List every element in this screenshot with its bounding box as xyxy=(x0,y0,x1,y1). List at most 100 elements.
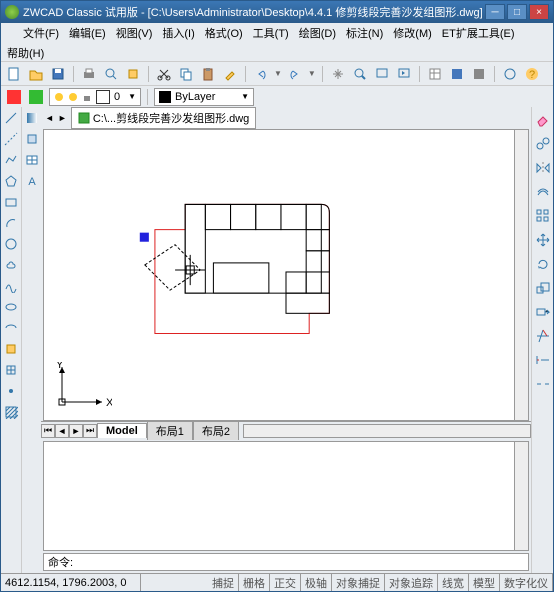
zoom-button[interactable] xyxy=(351,65,369,83)
tab-next-icon[interactable]: ► xyxy=(58,113,67,123)
trim-tool[interactable] xyxy=(534,327,552,345)
mtext-tool[interactable]: A xyxy=(23,172,41,190)
pline-tool[interactable] xyxy=(2,151,20,169)
tab-next-button[interactable]: ► xyxy=(69,424,83,438)
menu-format[interactable]: 格式(O) xyxy=(201,23,247,43)
command-history[interactable] xyxy=(43,441,529,551)
layer-color-icon[interactable] xyxy=(5,88,23,106)
array-tool[interactable] xyxy=(534,207,552,225)
insert-block-tool[interactable] xyxy=(2,340,20,358)
polygon-tool[interactable] xyxy=(2,172,20,190)
menu-modify[interactable]: 修改(M) xyxy=(389,23,436,43)
menu-edit[interactable]: 编辑(E) xyxy=(65,23,110,43)
publish-button[interactable] xyxy=(124,65,142,83)
color-dropdown[interactable]: ByLayer ▼ xyxy=(154,88,254,106)
tab-layout2[interactable]: 布局2 xyxy=(193,421,239,440)
rotate-tool[interactable] xyxy=(534,255,552,273)
mirror-tool[interactable] xyxy=(534,159,552,177)
make-block-tool[interactable] xyxy=(2,361,20,379)
tool-palette-button[interactable] xyxy=(470,65,488,83)
xline-tool[interactable] xyxy=(2,130,20,148)
scale-tool[interactable] xyxy=(534,279,552,297)
cmd-scrollbar[interactable] xyxy=(514,442,528,550)
dropdown-icon[interactable]: ▼ xyxy=(274,69,282,78)
print-button[interactable] xyxy=(80,65,98,83)
ellipse-arc-tool[interactable] xyxy=(2,319,20,337)
close-button[interactable]: × xyxy=(529,4,549,20)
ucs-icon: X Y xyxy=(52,362,112,412)
ellipse-tool[interactable] xyxy=(2,298,20,316)
open-button[interactable] xyxy=(27,65,45,83)
revcloud-tool[interactable] xyxy=(2,256,20,274)
digitizer-toggle[interactable]: 数字化仪 xyxy=(500,574,553,591)
zoom-window-button[interactable] xyxy=(373,65,391,83)
menu-view[interactable]: 视图(V) xyxy=(112,23,157,43)
preview-button[interactable] xyxy=(102,65,120,83)
point-tool[interactable] xyxy=(2,382,20,400)
arc-tool[interactable] xyxy=(2,214,20,232)
circle-tool[interactable] xyxy=(2,235,20,253)
layer-dropdown[interactable]: 0 ▼ xyxy=(49,88,141,106)
separator xyxy=(73,66,74,82)
menu-help[interactable]: 帮助(H) xyxy=(7,48,44,60)
hatch-tool[interactable] xyxy=(2,403,20,421)
erase-tool[interactable] xyxy=(534,111,552,129)
save-button[interactable] xyxy=(49,65,67,83)
lwt-toggle[interactable]: 线宽 xyxy=(438,574,469,591)
document-tab[interactable]: C:\...剪线段完善沙发组图形.dwg xyxy=(71,107,256,129)
grid-toggle[interactable]: 栅格 xyxy=(239,574,270,591)
snap-toggle[interactable]: 捕捉 xyxy=(208,574,239,591)
offset-tool[interactable] xyxy=(534,183,552,201)
otrack-toggle[interactable]: 对象追踪 xyxy=(385,574,438,591)
extend-tool[interactable] xyxy=(534,351,552,369)
minimize-button[interactable]: ─ xyxy=(485,4,505,20)
horizontal-scrollbar[interactable] xyxy=(243,424,531,438)
break-tool[interactable] xyxy=(534,375,552,393)
layer-state-icon[interactable] xyxy=(27,88,45,106)
paste-button[interactable] xyxy=(199,65,217,83)
help-button[interactable]: ? xyxy=(523,65,541,83)
undo-button[interactable] xyxy=(252,65,270,83)
copy-tool[interactable] xyxy=(534,135,552,153)
model-toggle[interactable]: 模型 xyxy=(469,574,500,591)
menu-draw[interactable]: 绘图(D) xyxy=(295,23,340,43)
pan-button[interactable] xyxy=(329,65,347,83)
region-tool[interactable] xyxy=(23,130,41,148)
spline-tool[interactable] xyxy=(2,277,20,295)
zoom-prev-button[interactable] xyxy=(395,65,413,83)
ortho-toggle[interactable]: 正交 xyxy=(270,574,301,591)
table-tool[interactable] xyxy=(23,151,41,169)
osnap-toggle[interactable]: 对象捕捉 xyxy=(332,574,385,591)
tab-first-button[interactable]: ⏮ xyxy=(41,424,55,438)
line-tool[interactable] xyxy=(2,109,20,127)
menu-ettools[interactable]: ET扩展工具(E) xyxy=(438,23,519,43)
tab-prev-button[interactable]: ◄ xyxy=(55,424,69,438)
move-tool[interactable] xyxy=(534,231,552,249)
tab-layout1[interactable]: 布局1 xyxy=(147,421,193,440)
calc-button[interactable] xyxy=(501,65,519,83)
match-button[interactable] xyxy=(221,65,239,83)
command-line[interactable]: 命令: xyxy=(43,553,529,571)
tab-prev-icon[interactable]: ◄ xyxy=(45,113,54,123)
cut-button[interactable] xyxy=(155,65,173,83)
redo-button[interactable] xyxy=(286,65,304,83)
polar-toggle[interactable]: 极轴 xyxy=(301,574,332,591)
props-button[interactable] xyxy=(426,65,444,83)
stretch-tool[interactable] xyxy=(534,303,552,321)
rect-tool[interactable] xyxy=(2,193,20,211)
main-area: A ◄ ► C:\...剪线段完善沙发组图形.dwg xyxy=(1,107,553,573)
menu-file[interactable]: 文件(F) xyxy=(19,23,63,43)
maximize-button[interactable]: □ xyxy=(507,4,527,20)
tab-last-button[interactable]: ⏭ xyxy=(83,424,97,438)
menu-insert[interactable]: 插入(I) xyxy=(158,23,198,43)
vertical-scrollbar[interactable] xyxy=(514,130,528,420)
menu-tools[interactable]: 工具(T) xyxy=(249,23,293,43)
design-center-button[interactable] xyxy=(448,65,466,83)
new-button[interactable] xyxy=(5,65,23,83)
dropdown-icon[interactable]: ▼ xyxy=(308,69,316,78)
drawing-canvas[interactable]: X Y xyxy=(43,129,529,421)
menu-annotate[interactable]: 标注(N) xyxy=(342,23,387,43)
copy-button[interactable] xyxy=(177,65,195,83)
gradient-tool[interactable] xyxy=(23,109,41,127)
tab-model[interactable]: Model xyxy=(97,423,147,438)
